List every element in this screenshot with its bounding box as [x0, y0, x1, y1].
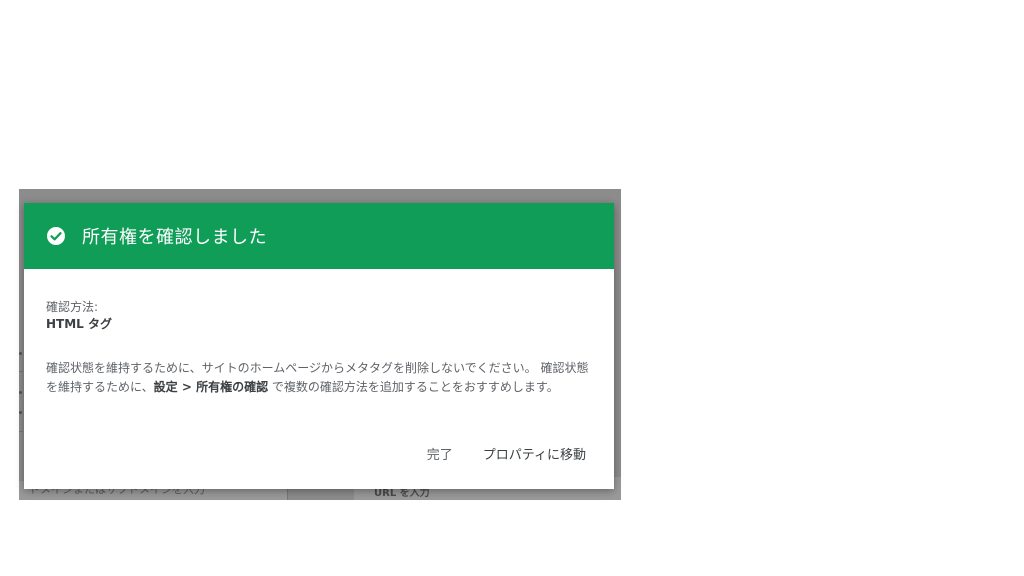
dialog-title: 所有権を確認しました: [82, 227, 267, 248]
verification-method-value: HTML タグ: [46, 317, 112, 331]
settings-path-text: 設定 > 所有権の確認: [153, 380, 269, 394]
ownership-verified-dialog: 所有権を確認しました 確認方法: HTML タグ 確認状態を維持するために、サイ…: [24, 203, 614, 489]
dialog-description: 確認状態を維持するために、サイトのホームページからメタタグを削除しないでください…: [46, 359, 591, 397]
background-bullet: [19, 391, 22, 394]
done-button[interactable]: 完了: [427, 440, 453, 467]
verification-method-label: 確認方法:: [46, 300, 99, 314]
dialog-header: 所有権を確認しました: [24, 203, 614, 269]
background-bullet: [19, 352, 22, 355]
background-divider: [19, 371, 23, 372]
dialog-body: 確認方法: HTML タグ 確認状態を維持するために、サイトのホームページからメ…: [24, 269, 614, 397]
description-text-end: で複数の確認方法を追加することをおすすめします。: [268, 380, 559, 394]
background-bullet: [19, 411, 22, 414]
go-to-property-button[interactable]: プロパティに移動: [483, 440, 586, 467]
check-circle-icon: [46, 226, 66, 246]
background-divider: [19, 431, 23, 432]
dialog-actions: 完了 プロパティに移動: [427, 440, 586, 467]
